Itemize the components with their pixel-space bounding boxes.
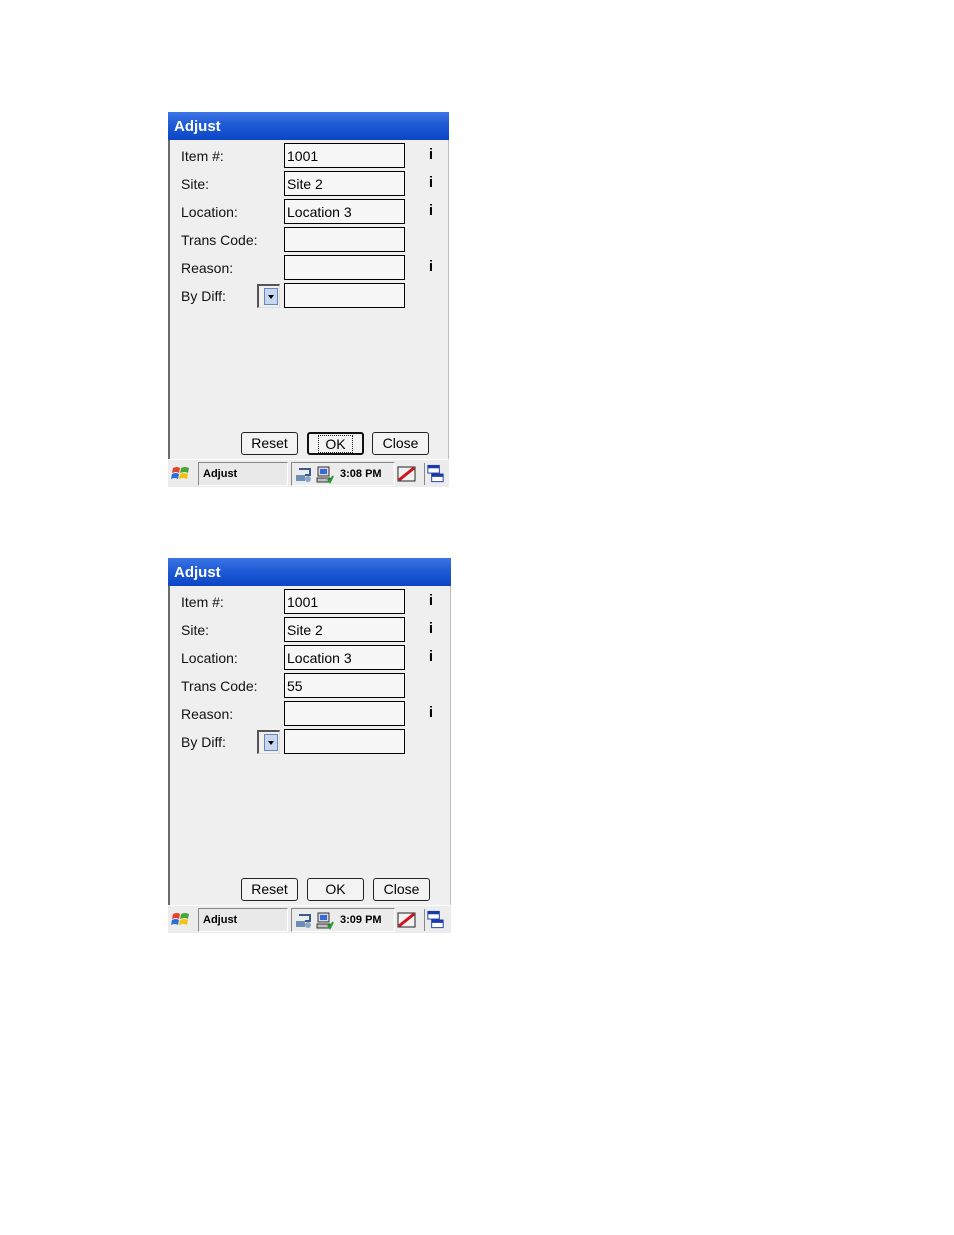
reason-label: Reason: <box>181 706 234 722</box>
item-label: Item #: <box>181 594 224 610</box>
reason-label: Reason: <box>181 260 234 276</box>
input-panel-icon[interactable] <box>396 462 418 486</box>
network-icon[interactable] <box>295 912 313 930</box>
trans-code-input[interactable] <box>284 227 405 252</box>
adjust-window-1: Adjust Item #: i Site: i Location: i Tra… <box>168 112 449 487</box>
location-label: Location: <box>181 650 238 666</box>
site-info-icon[interactable]: i <box>427 620 435 637</box>
by-diff-label: By Diff: <box>181 288 226 304</box>
window-list-icon[interactable] <box>424 909 446 931</box>
site-input[interactable] <box>284 617 405 642</box>
item-info-icon[interactable]: i <box>427 146 435 163</box>
window-list-icon[interactable] <box>424 463 446 485</box>
taskbar-app-button[interactable]: Adjust <box>198 462 288 486</box>
adjust-window-2: Adjust Item #: i Site: i Location: i Tra… <box>168 558 451 933</box>
window-title: Adjust <box>168 112 449 140</box>
ok-button-label: OK <box>318 435 353 453</box>
location-info-icon[interactable]: i <box>427 202 435 219</box>
item-input[interactable] <box>284 143 405 168</box>
close-button[interactable]: Close <box>372 432 429 455</box>
taskbar: Adjust 3:09 PM <box>168 905 451 933</box>
trans-code-label: Trans Code: <box>181 678 258 694</box>
reason-input[interactable] <box>284 701 405 726</box>
site-info-icon[interactable]: i <box>427 174 435 191</box>
location-input[interactable] <box>284 199 405 224</box>
chevron-down-icon[interactable] <box>264 734 278 751</box>
reason-input[interactable] <box>284 255 405 280</box>
network-icon[interactable] <box>295 466 313 484</box>
by-diff-input[interactable] <box>284 729 405 754</box>
taskbar: Adjust 3:08 PM <box>168 459 449 487</box>
location-info-icon[interactable]: i <box>427 648 435 665</box>
by-diff-dropdown[interactable] <box>257 730 280 754</box>
windows-start-icon[interactable] <box>170 463 192 485</box>
by-diff-dropdown[interactable] <box>257 284 280 308</box>
trans-code-input[interactable] <box>284 673 405 698</box>
by-diff-input[interactable] <box>284 283 405 308</box>
chevron-down-icon[interactable] <box>264 288 278 305</box>
reason-info-icon[interactable]: i <box>427 704 435 721</box>
ok-button[interactable]: OK <box>307 432 364 455</box>
ok-button[interactable]: OK <box>307 878 364 901</box>
location-label: Location: <box>181 204 238 220</box>
item-label: Item #: <box>181 148 224 164</box>
system-tray: 3:09 PM <box>291 908 395 932</box>
clock: 3:09 PM <box>340 914 382 926</box>
site-label: Site: <box>181 176 210 192</box>
reset-button[interactable]: Reset <box>241 432 298 455</box>
system-tray: 3:08 PM <box>291 462 395 486</box>
computer-icon[interactable] <box>316 912 334 930</box>
clock: 3:08 PM <box>340 468 382 480</box>
reason-info-icon[interactable]: i <box>427 258 435 275</box>
location-input[interactable] <box>284 645 405 670</box>
site-label: Site: <box>181 622 210 638</box>
reset-button[interactable]: Reset <box>241 878 298 901</box>
item-info-icon[interactable]: i <box>427 592 435 609</box>
taskbar-app-button[interactable]: Adjust <box>198 908 288 932</box>
close-button[interactable]: Close <box>373 878 430 901</box>
computer-icon[interactable] <box>316 466 334 484</box>
by-diff-label: By Diff: <box>181 734 226 750</box>
trans-code-label: Trans Code: <box>181 232 258 248</box>
window-title: Adjust <box>168 558 451 586</box>
windows-start-icon[interactable] <box>170 909 192 931</box>
input-panel-icon[interactable] <box>396 908 418 932</box>
site-input[interactable] <box>284 171 405 196</box>
item-input[interactable] <box>284 589 405 614</box>
